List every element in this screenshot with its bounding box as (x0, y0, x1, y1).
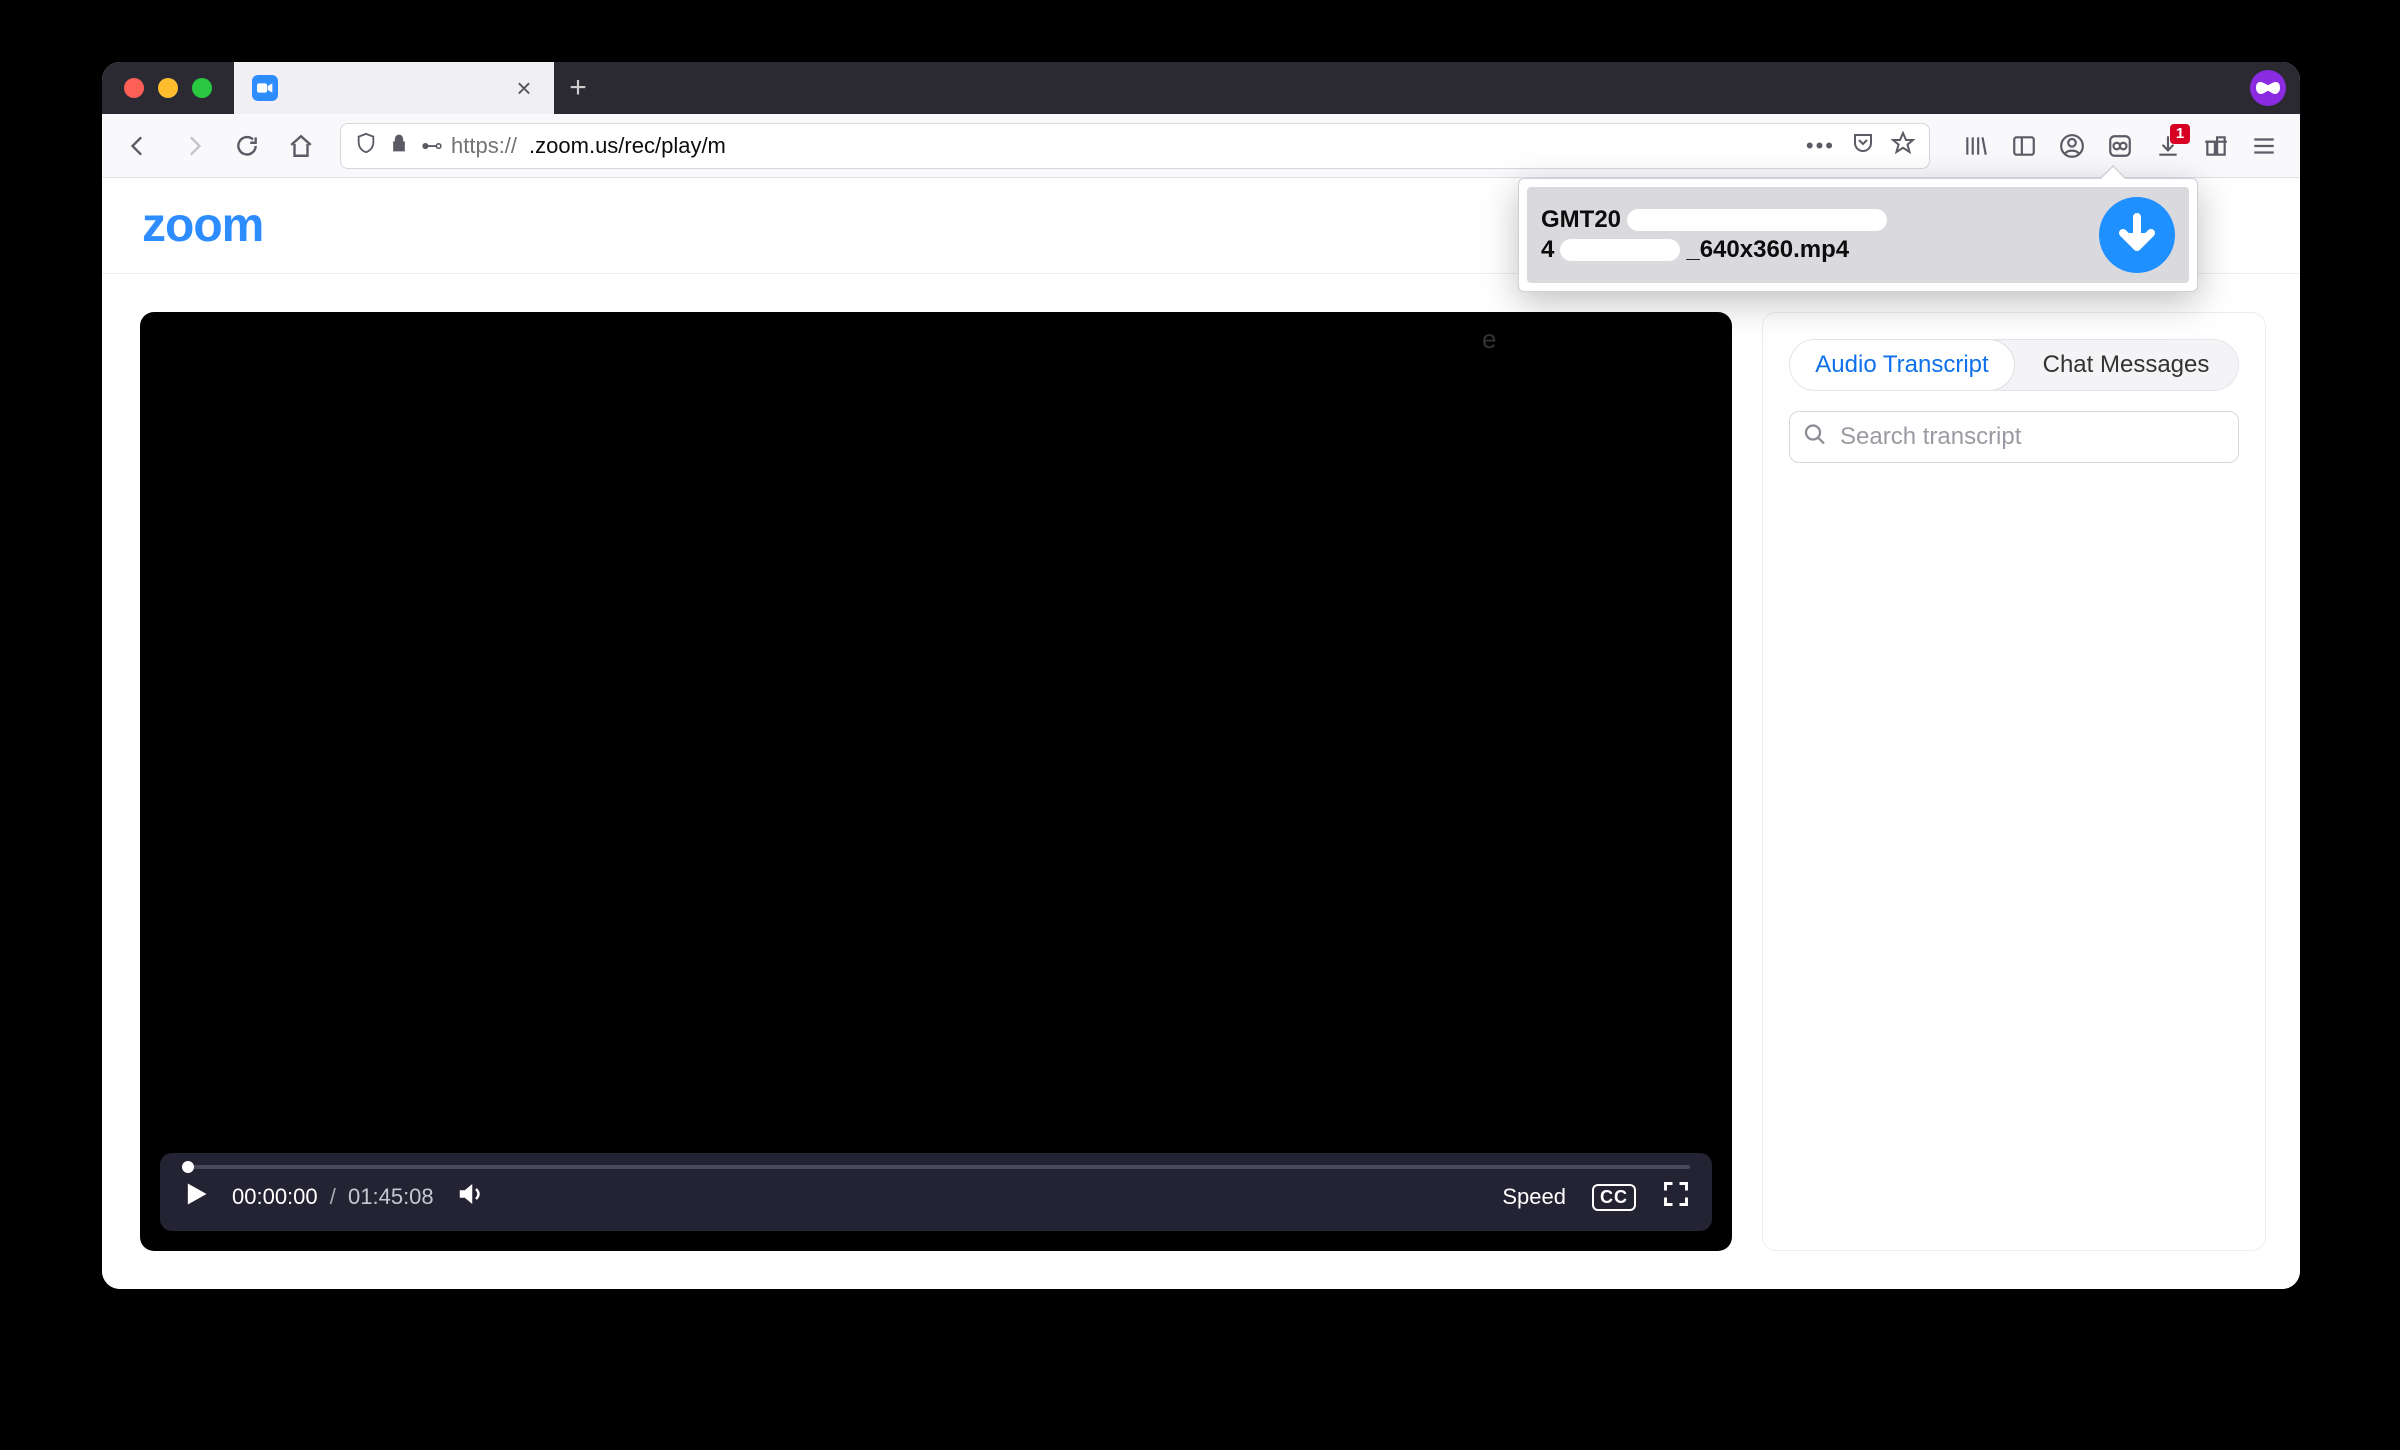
account-icon[interactable] (2050, 124, 2094, 168)
download-filename-line2-prefix: 4 (1541, 236, 1554, 264)
tab-strip: × + (102, 62, 2300, 114)
total-time: 01:45:08 (348, 1184, 434, 1209)
permissions-icon[interactable]: ⊷ (421, 133, 439, 159)
pocket-icon[interactable] (1851, 131, 1875, 161)
current-time: 00:00:00 (232, 1184, 318, 1209)
download-filename-line2-suffix: _640x360.mp4 (1686, 236, 1849, 264)
video-controls: 00:00:00 / 01:45:08 Speed CC (160, 1153, 1712, 1231)
page-actions-icon[interactable]: ••• (1806, 133, 1835, 159)
browser-window: × + (102, 62, 2300, 1289)
browser-tab[interactable]: × (234, 62, 554, 114)
url-text: .zoom.us/rec/play/m (529, 133, 726, 159)
cc-button[interactable]: CC (1592, 1184, 1636, 1211)
volume-button[interactable] (456, 1179, 486, 1215)
window-maximize-button[interactable] (192, 78, 212, 98)
download-item[interactable]: GMT20 4 _640x360.mp4 (1527, 187, 2189, 283)
tab-chat-messages[interactable]: Chat Messages (2014, 340, 2238, 390)
extension-square-icon[interactable] (2098, 124, 2142, 168)
nav-bar: ⊷ https:// .zoom.us/rec/play/m ••• (102, 114, 2300, 178)
nav-home-button[interactable] (278, 123, 324, 169)
sidebar-toggle-icon[interactable] (2002, 124, 2046, 168)
nav-forward-button[interactable] (170, 123, 216, 169)
lock-icon (389, 133, 409, 159)
video-player[interactable]: 00:00:00 / 01:45:08 Speed CC (140, 312, 1732, 1251)
window-close-button[interactable] (124, 78, 144, 98)
download-action-button[interactable] (2099, 197, 2175, 273)
library-icon[interactable] (1954, 124, 1998, 168)
new-tab-button[interactable]: + (554, 62, 602, 114)
nav-reload-button[interactable] (224, 123, 270, 169)
app-menu-icon[interactable] (2242, 124, 2286, 168)
downloads-icon[interactable]: 1 (2146, 124, 2190, 168)
video-canvas[interactable] (140, 312, 1732, 1153)
transcript-search (1789, 411, 2239, 463)
url-protocol: https:// (451, 133, 517, 159)
window-minimize-button[interactable] (158, 78, 178, 98)
time-separator: / (330, 1184, 336, 1209)
address-bar[interactable]: ⊷ https:// .zoom.us/rec/play/m ••• (340, 123, 1930, 169)
toolbar-right: 1 (1946, 124, 2286, 168)
fullscreen-button[interactable] (1662, 1180, 1690, 1214)
downloads-badge: 1 (2170, 124, 2190, 144)
video-progress-bar[interactable] (182, 1165, 1690, 1169)
zoom-favicon-icon (252, 75, 278, 101)
downloads-popup: GMT20 4 _640x360.mp4 (1518, 178, 2198, 292)
sidebar-tab-switch: Audio Transcript Chat Messages (1789, 339, 2239, 391)
transcript-search-input[interactable] (1789, 411, 2239, 463)
transcript-sidebar: Audio Transcript Chat Messages (1762, 312, 2266, 1251)
speed-button[interactable]: Speed (1502, 1184, 1566, 1210)
redacted-segment (1627, 209, 1887, 231)
search-icon (1803, 423, 1827, 452)
redacted-segment (1560, 239, 1680, 261)
download-filename-line1: GMT20 (1541, 206, 1621, 234)
zoom-logo: zoom (142, 198, 263, 253)
nav-back-button[interactable] (116, 123, 162, 169)
stray-character: e (1482, 324, 1496, 355)
window-controls (102, 78, 234, 114)
close-tab-icon[interactable]: × (512, 76, 536, 100)
shield-icon[interactable] (355, 132, 377, 160)
extension-mask-icon[interactable] (2250, 70, 2286, 106)
play-button[interactable] (182, 1180, 210, 1214)
page-content: zoom 00:00:00 / (102, 178, 2300, 1289)
tab-audio-transcript[interactable]: Audio Transcript (1789, 339, 2015, 391)
bookmark-star-icon[interactable] (1891, 131, 1915, 161)
whats-new-icon[interactable] (2194, 124, 2238, 168)
